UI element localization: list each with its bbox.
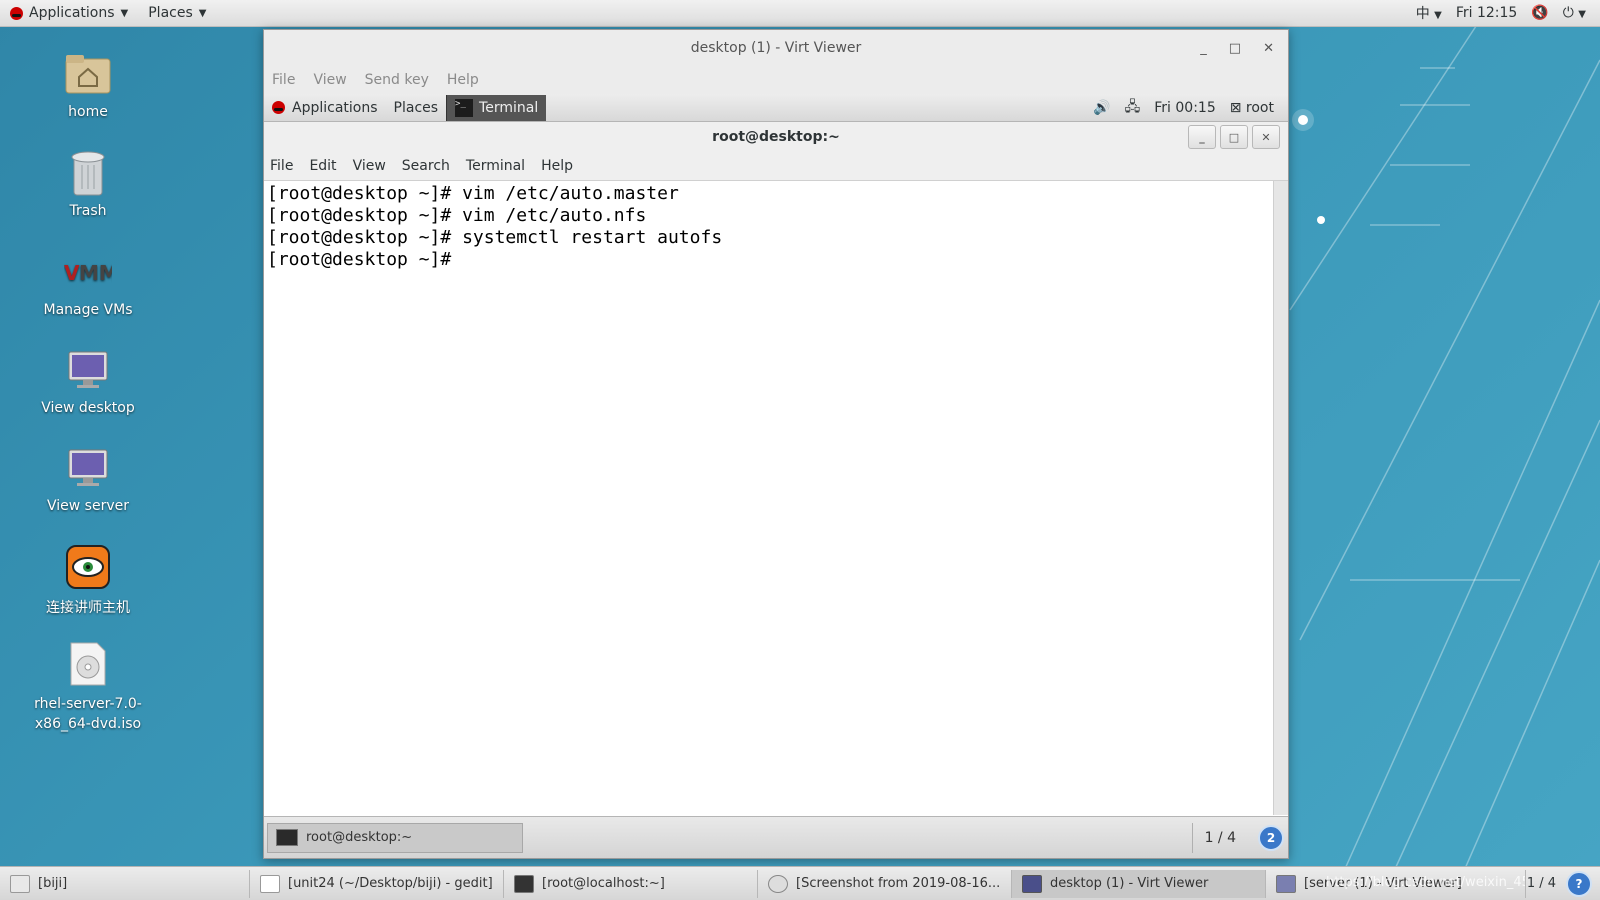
clock[interactable]: Fri 12:15: [1456, 5, 1517, 21]
menu-view[interactable]: View: [313, 72, 346, 88]
host-taskbar: [biji] [unit24 (~/Desktop/biji) - gedit]…: [0, 866, 1600, 900]
taskbar-item-biji[interactable]: [biji]: [0, 869, 250, 898]
host-top-panel: Applications ▼ Places ▼ 中 ▼ Fri 12:15 🔇 …: [0, 0, 1600, 27]
monitor-icon: [64, 444, 112, 492]
chevron-down-icon: ▼: [1434, 10, 1442, 21]
chevron-down-icon: ▼: [120, 7, 129, 19]
user-icon: ⊠: [1229, 99, 1242, 116]
file-manager-icon: [10, 874, 30, 893]
desktop-icon-view-server[interactable]: View server: [23, 444, 153, 514]
menu-file[interactable]: File: [272, 72, 295, 88]
chevron-down-icon: ▼: [1578, 9, 1586, 20]
terminal-menu-terminal[interactable]: Terminal: [466, 158, 525, 174]
taskbar-item-virt-viewer-desktop[interactable]: desktop (1) - Virt Viewer: [1012, 869, 1266, 898]
guest-clock[interactable]: Fri 00:15: [1154, 100, 1215, 116]
terminal-scrollbar[interactable]: [1273, 181, 1288, 815]
taskbar-item-virt-viewer-server[interactable]: [server (1) - Virt Viewer] https://blog.…: [1266, 869, 1526, 898]
desktop-icon-manage-vms[interactable]: V MM Manage VMs: [23, 248, 153, 318]
taskbar-item-screenshot[interactable]: [Screenshot from 2019-08-16...: [758, 869, 1012, 898]
terminal-menu-file[interactable]: File: [270, 158, 293, 174]
guest-bottom-panel: root@desktop:~ 1 / 4 2: [264, 816, 1288, 858]
menu-help[interactable]: Help: [447, 72, 479, 88]
vm-manager-icon: V MM: [64, 248, 112, 296]
terminal-icon: [514, 874, 534, 893]
desktop-icon-trash[interactable]: Trash: [23, 149, 153, 219]
help-icon[interactable]: 2: [1258, 824, 1284, 851]
minimize-icon[interactable]: _: [1200, 41, 1207, 56]
guest-terminal-launcher[interactable]: >_ Terminal: [446, 94, 547, 121]
desktop-icon-iso[interactable]: rhel-server-7.0-x86_64-dvd.iso: [23, 640, 153, 734]
text-editor-icon: [260, 874, 280, 893]
virt-viewer-titlebar[interactable]: desktop (1) - Virt Viewer _ □ ✕: [264, 30, 1288, 66]
terminal-line: [root@desktop ~]# systemctl restart auto…: [267, 227, 723, 248]
terminal-titlebar[interactable]: root@desktop:~ _ □ ✕: [264, 122, 1288, 152]
terminal-menu-search[interactable]: Search: [402, 158, 450, 174]
svg-text:MM: MM: [79, 261, 112, 284]
trash-icon: [64, 149, 112, 197]
places-menu[interactable]: Places ▼: [138, 5, 216, 21]
guest-display[interactable]: Applications Places >_ Terminal 🔊 🖧 Fri …: [264, 94, 1288, 858]
desktop-icon-view-desktop[interactable]: View desktop: [23, 346, 153, 416]
guest-top-panel: Applications Places >_ Terminal 🔊 🖧 Fri …: [264, 94, 1288, 122]
terminal-menu-help[interactable]: Help: [541, 158, 573, 174]
image-viewer-icon: [768, 874, 788, 893]
terminal-line: [root@desktop ~]# vim /etc/auto.master: [267, 183, 679, 204]
home-folder-icon: [64, 50, 112, 98]
volume-icon[interactable]: 🔊: [1093, 100, 1110, 116]
virt-viewer-menubar: File View Send key Help: [264, 66, 1288, 94]
redhat-logo-icon: [272, 101, 285, 114]
terminal-icon: [276, 829, 298, 846]
close-icon[interactable]: ✕: [1263, 41, 1274, 56]
chevron-down-icon: ▼: [198, 7, 207, 19]
terminal-menubar: File Edit View Search Terminal Help: [264, 152, 1288, 181]
minimize-icon[interactable]: _: [1188, 125, 1216, 149]
applications-menu[interactable]: Applications ▼: [0, 5, 138, 21]
virt-viewer-window: desktop (1) - Virt Viewer _ □ ✕ File Vie…: [263, 29, 1289, 859]
terminal-line: [root@desktop ~]# vim /etc/auto.nfs: [267, 205, 647, 226]
input-method-indicator[interactable]: 中 ▼: [1416, 3, 1442, 23]
guest-task-terminal[interactable]: root@desktop:~: [267, 822, 523, 853]
maximize-icon[interactable]: □: [1220, 125, 1248, 149]
terminal-line: [root@desktop ~]#: [267, 249, 463, 270]
terminal-icon: >_: [455, 98, 474, 117]
maximize-icon[interactable]: □: [1229, 41, 1241, 56]
monitor-icon: [1276, 874, 1296, 893]
taskbar-item-gedit[interactable]: [unit24 (~/Desktop/biji) - gedit]: [250, 869, 504, 898]
remote-connect-icon: [64, 543, 112, 591]
menu-send-key[interactable]: Send key: [365, 72, 429, 88]
guest-places-menu[interactable]: Places: [386, 100, 447, 116]
user-menu[interactable]: ⊠ root: [1230, 100, 1274, 116]
power-icon[interactable]: ⏻ ▼: [1563, 5, 1586, 21]
terminal-output[interactable]: [root@desktop ~]# vim /etc/auto.master [r…: [264, 181, 1272, 815]
disc-image-icon: [64, 640, 112, 688]
desktop-icon-connect-teacher[interactable]: 连接讲师主机: [23, 543, 153, 617]
taskbar-item-terminal[interactable]: [root@localhost:~]: [504, 869, 758, 898]
guest-workspace-pager[interactable]: 1 / 4: [1191, 822, 1248, 853]
guest-applications-menu[interactable]: Applications: [264, 100, 386, 116]
redhat-logo-icon: [10, 6, 23, 20]
monitor-icon: [1022, 874, 1042, 893]
host-workspace-pager[interactable]: 1 / 4: [1527, 876, 1556, 891]
svg-text:V: V: [64, 261, 80, 284]
watermark: https://blog.csdn.net/weixin_45428542: [1326, 874, 1525, 890]
monitor-icon: [64, 346, 112, 394]
help-icon[interactable]: ?: [1566, 870, 1592, 897]
terminal-menu-edit[interactable]: Edit: [309, 158, 336, 174]
volume-muted-icon[interactable]: 🔇: [1531, 5, 1548, 21]
desktop-icon-home[interactable]: home: [23, 50, 153, 120]
network-icon[interactable]: 🖧: [1125, 96, 1141, 120]
close-icon[interactable]: ✕: [1252, 125, 1280, 149]
terminal-menu-view[interactable]: View: [353, 158, 386, 174]
